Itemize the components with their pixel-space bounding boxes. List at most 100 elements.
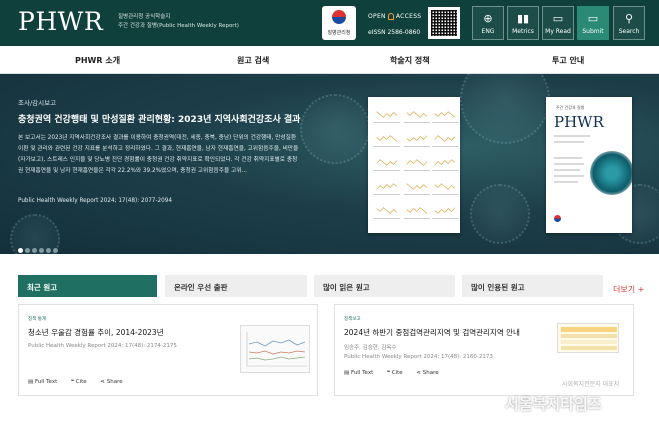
figure-mini-chart (374, 131, 400, 147)
cover-logo: PHWR (554, 113, 604, 131)
card-actions: ▤ Full Text ❝ Cite ⋖ Share (28, 379, 135, 385)
slider-dot[interactable] (25, 248, 30, 253)
figure-mini-chart (404, 131, 430, 147)
watermark-subtitle: 사회복지전문지 대표지 (562, 381, 620, 388)
figure-mini-chart (404, 155, 430, 171)
card-reference: Public Health Weekly Report 2024; 17(48)… (344, 354, 493, 360)
figure-mini-chart (374, 203, 400, 219)
figure-mini-chart (374, 179, 400, 195)
slider-dot[interactable] (46, 248, 51, 253)
tab-most-read[interactable]: 많이 읽은 원고 (314, 275, 455, 297)
eng-label: ENG (481, 28, 495, 35)
cite-label: Cite (391, 370, 403, 376)
hero-reference: Public Health Weekly Report 2024; 17(48)… (18, 198, 172, 204)
subtitle-line-1: 질병관리청 공식학술지 (118, 14, 171, 20)
cite-link[interactable]: ❝ Cite (387, 370, 409, 376)
slider-dot[interactable] (18, 248, 23, 253)
slider-dots (18, 238, 60, 254)
figure-mini-chart (432, 107, 458, 123)
eng-button[interactable]: ⊕ ENG (472, 6, 504, 40)
article-thumbnail (557, 323, 619, 353)
virus-decoration (300, 94, 370, 164)
hero-abstract: 본 보고서는 2023년 지역사회건강조사 결과를 이용하여 충청권역(대전, … (18, 135, 299, 174)
more-link[interactable]: 더보기 + (613, 284, 644, 295)
virus-decoration (470, 184, 530, 244)
cover-journal-name: 주간 건강과 질병 (556, 105, 585, 110)
monitor-icon: ▭ (587, 12, 599, 25)
cover-text-line (554, 141, 584, 143)
card-title[interactable]: 청소년 우울감 경험률 추이, 2014-2023년 (28, 327, 164, 338)
open-access-label: OPEN ACCESS (368, 13, 421, 20)
card-category: 정책보고 (344, 317, 361, 322)
cover-text-line (554, 135, 590, 137)
globe-icon: ⊕ (483, 12, 493, 25)
virus-decoration (460, 74, 550, 144)
cover-text-line (554, 175, 584, 177)
cover-text-line (554, 163, 584, 165)
metrics-button[interactable]: ▮▮ Metrics (507, 6, 539, 40)
nav-about[interactable]: PHWR 소개 (75, 55, 120, 66)
figure-mini-chart (432, 131, 458, 147)
slider-dot[interactable] (32, 248, 37, 253)
cite-link[interactable]: ❝ Cite (71, 379, 93, 385)
search-button[interactable]: ⚲ Search (613, 6, 645, 40)
slider-dot[interactable] (39, 248, 44, 253)
article-card[interactable]: 정책 통계 청소년 우울감 경험률 추이, 2014-2023년 Public … (18, 304, 318, 396)
share-link[interactable]: ⋖ Share (416, 370, 444, 376)
subtitle-line-2: 주간 건강과 질병(Public Health Weekly Report) (118, 23, 239, 29)
main-nav: PHWR 소개 원고 검색 학술지 정책 투고 안내 (0, 46, 659, 74)
share-label: Share (422, 370, 439, 376)
nav-submission-guide[interactable]: 투고 안내 (552, 55, 584, 66)
thumbnail-chart (246, 332, 307, 367)
card-actions: ▤ Full Text ❝ Cite ⋖ Share (344, 370, 451, 376)
submit-button[interactable]: ▭ Submit (577, 6, 609, 40)
card-title[interactable]: 2024년 하반기 중점검역관리지역 및 검역관리지역 안내 (344, 327, 520, 338)
article-figure-page (368, 97, 460, 233)
kdca-emblem-icon (332, 10, 346, 24)
nav-search[interactable]: 원고 검색 (237, 55, 269, 66)
cover-virus-image (590, 151, 632, 195)
tab-online-first[interactable]: 온라인 우선 출판 (165, 275, 307, 297)
hero-title[interactable]: 충청권역 건강행태 및 만성질환 관리현황: 2023년 지역사회건강조사 결과 (18, 112, 300, 125)
hero-banner[interactable]: 조사/감시보고 충청권역 건강행태 및 만성질환 관리현황: 2023년 지역사… (0, 74, 659, 254)
share-label: Share (106, 379, 123, 385)
full-text-link[interactable]: ▤ Full Text (28, 379, 63, 385)
figure-mini-chart (404, 179, 430, 195)
slider-dot[interactable] (53, 248, 58, 253)
kdca-logo-link[interactable]: 질병관리청 (322, 6, 356, 40)
submit-label: Submit (582, 28, 604, 35)
issn-label: eISSN 2586-0860 (368, 29, 421, 36)
tab-most-cited[interactable]: 많이 인용된 원고 (462, 275, 603, 297)
figure-mini-chart (374, 107, 400, 123)
qr-code-icon (428, 7, 460, 39)
open-access-lock-icon (387, 13, 394, 20)
full-text-label: Full Text (350, 370, 374, 376)
figure-mini-chart (374, 155, 400, 171)
figure-mini-chart (404, 107, 430, 123)
cover-text-line (554, 181, 578, 183)
figure-mini-chart (404, 203, 430, 219)
hero-category: 조사/감시보고 (18, 99, 57, 107)
my-read-label: My Read (545, 28, 571, 35)
open-text: OPEN (368, 13, 386, 20)
search-label: Search (618, 28, 640, 35)
full-text-label: Full Text (34, 379, 58, 385)
card-category: 정책 통계 (28, 317, 46, 322)
article-thumbnail (240, 325, 310, 373)
card-authors: 임승주, 김승현, 김옥수 (344, 345, 397, 351)
site-header: PHWR 질병관리청 공식학술지 주간 건강과 질병(Public Health… (0, 0, 659, 46)
cover-text-line (554, 169, 580, 171)
share-link[interactable]: ⋖ Share (100, 379, 128, 385)
cover-text-line (554, 157, 582, 159)
tab-recent[interactable]: 최근 원고 (18, 275, 157, 297)
figure-mini-chart (432, 155, 458, 171)
full-text-link[interactable]: ▤ Full Text (344, 370, 379, 376)
cite-label: Cite (75, 379, 87, 385)
nav-policy[interactable]: 학술지 정책 (390, 55, 430, 66)
search-icon: ⚲ (624, 12, 634, 25)
my-read-button[interactable]: ▭ My Read (542, 6, 574, 40)
bookmark-icon: ▭ (552, 12, 564, 25)
phwr-logo[interactable]: PHWR (18, 7, 103, 36)
thumbnail-table (561, 327, 617, 350)
logo-subtitle: 질병관리청 공식학술지 주간 건강과 질병(Public Health Week… (118, 13, 239, 31)
